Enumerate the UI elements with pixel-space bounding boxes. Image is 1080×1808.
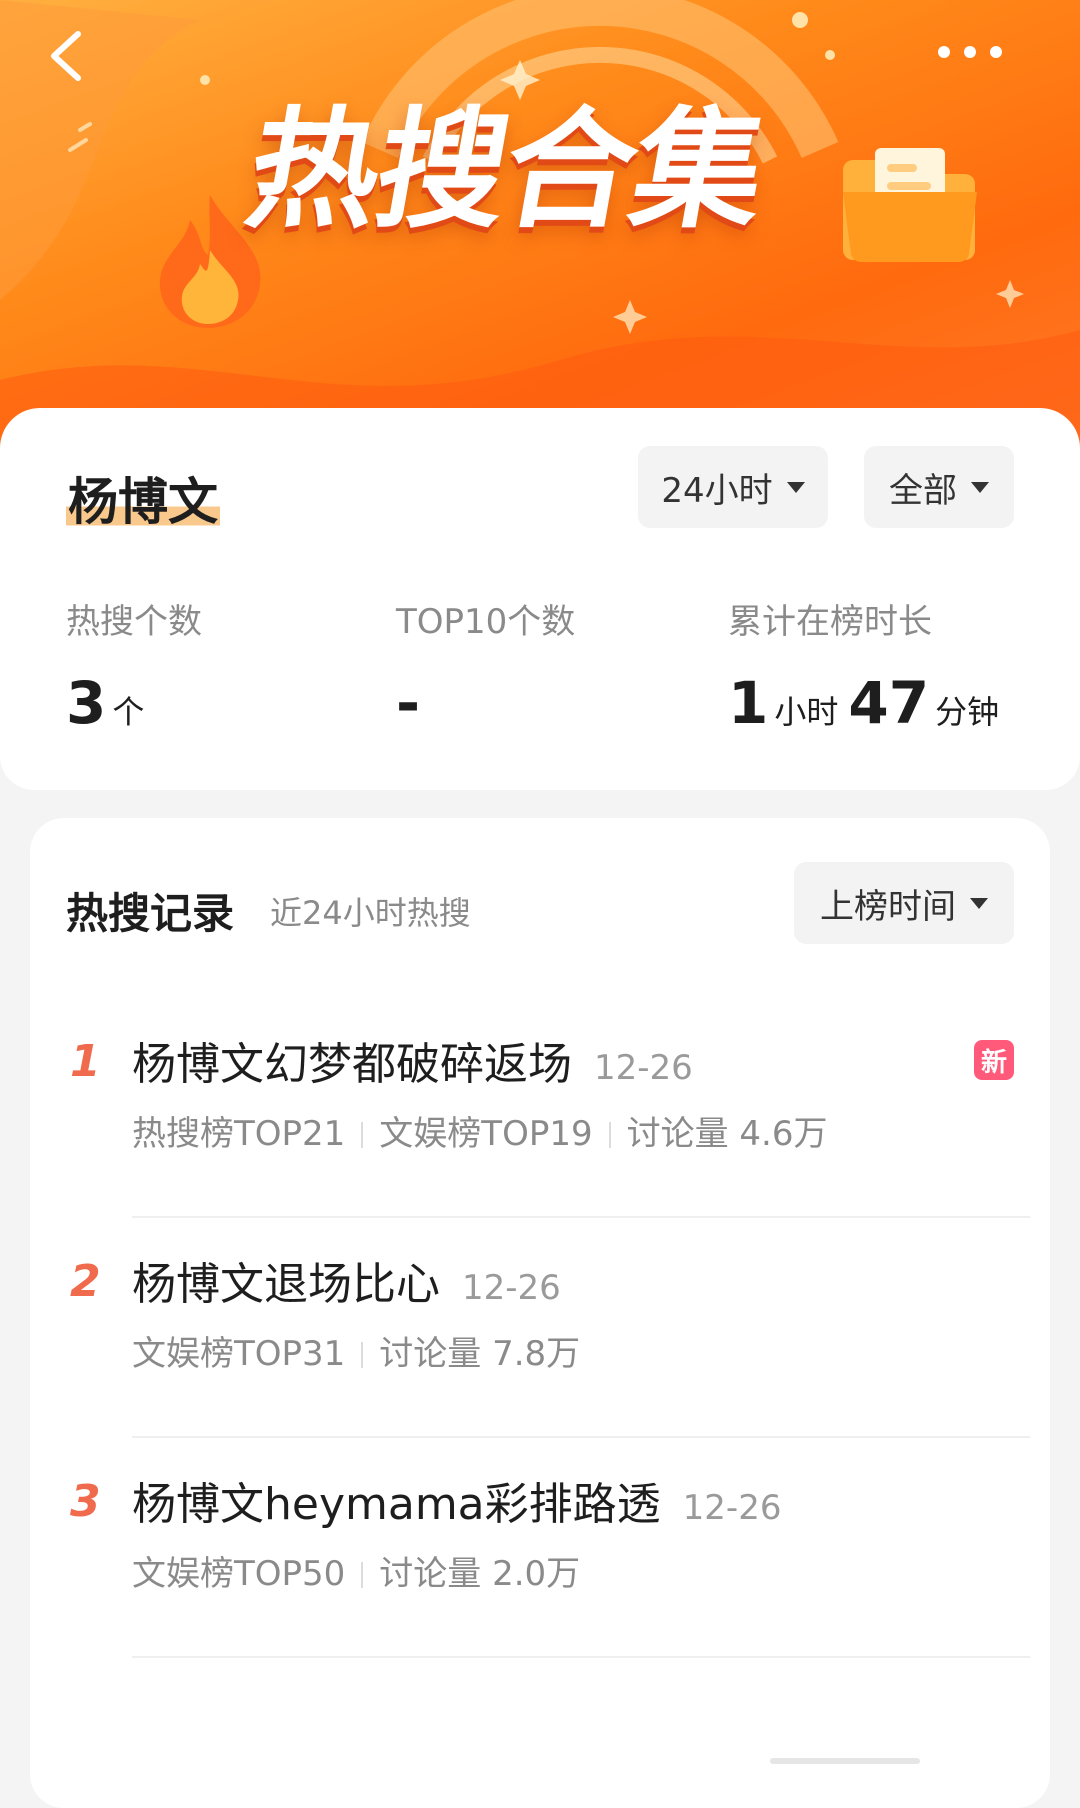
stat-minutes-unit: 分钟 xyxy=(935,693,1000,731)
meta-discussion: 讨论量 2.0万 xyxy=(379,1554,581,1594)
hero-banner: 热搜合集 xyxy=(0,0,1080,470)
divider xyxy=(608,1122,611,1148)
section-title: 热搜记录 xyxy=(66,889,235,938)
stat-value: 3 xyxy=(66,669,107,737)
sort-label: 上榜时间 xyxy=(820,886,956,927)
stat-hours-unit: 小时 xyxy=(774,693,839,731)
more-horizontal-icon xyxy=(938,46,1002,58)
item-meta: 文娱榜TOP31 讨论量 7.8万 xyxy=(132,1326,580,1375)
divider xyxy=(361,1342,364,1368)
row-divider xyxy=(132,1656,1030,1658)
new-badge: 新 xyxy=(974,1040,1014,1080)
person-name: 杨博文 xyxy=(66,462,220,534)
item-title: 杨博文幻梦都破碎返场 xyxy=(132,1039,572,1090)
caret-down-icon xyxy=(970,897,988,909)
meta-rank-ent: 文娱榜TOP31 xyxy=(132,1334,346,1374)
rank-number: 2 xyxy=(70,1256,101,1307)
stat-total-duration: 累计在榜时长 1 小时 47 分钟 xyxy=(728,594,1009,737)
caret-down-icon xyxy=(786,481,805,493)
meta-discussion: 讨论量 7.8万 xyxy=(379,1334,581,1374)
banner-title: 热搜合集 xyxy=(236,94,776,246)
stat-minutes: 47 xyxy=(848,669,930,737)
chevron-left-icon xyxy=(51,31,81,81)
sort-dropdown[interactable]: 上榜时间 xyxy=(794,862,1014,944)
scope-label: 全部 xyxy=(889,470,957,511)
stat-label: TOP10个数 xyxy=(396,602,576,642)
time-range-dropdown[interactable]: 24小时 xyxy=(638,446,828,528)
meta-rank-ent: 文娱榜TOP19 xyxy=(379,1114,593,1154)
stat-hours: 1 xyxy=(728,669,769,737)
meta-rank-ent: 文娱榜TOP50 xyxy=(132,1554,346,1594)
item-meta: 热搜榜TOP21 文娱榜TOP19 讨论量 4.6万 xyxy=(132,1106,827,1155)
caret-down-icon xyxy=(971,481,989,493)
stat-hot-count: 热搜个数 3个 xyxy=(66,594,202,737)
list-item[interactable]: 1 杨博文幻梦都破碎返场 12-26 新 热搜榜TOP21 文娱榜TOP19 讨论量 … xyxy=(30,998,1050,1218)
item-date: 12-26 xyxy=(462,1268,561,1308)
back-button[interactable] xyxy=(38,26,98,86)
time-range-label: 24小时 xyxy=(661,470,773,511)
item-date: 12-26 xyxy=(594,1048,693,1088)
meta-rank-hot: 热搜榜TOP21 xyxy=(132,1114,346,1154)
meta-discussion: 讨论量 4.6万 xyxy=(626,1114,828,1154)
section-subtitle: 近24小时热搜 xyxy=(270,894,471,932)
scroll-indicator xyxy=(770,1758,920,1764)
list-item[interactable]: 2 杨博文退场比心 12-26 文娱榜TOP31 讨论量 7.8万 xyxy=(30,1218,1050,1438)
stat-value: - xyxy=(396,669,421,737)
item-date: 12-26 xyxy=(682,1488,782,1528)
stat-label: 热搜个数 xyxy=(66,602,202,642)
more-button[interactable] xyxy=(930,30,1010,74)
rank-number: 3 xyxy=(70,1476,101,1527)
divider xyxy=(361,1562,364,1588)
rank-number: 1 xyxy=(70,1036,101,1087)
folder-icon xyxy=(843,148,977,263)
item-title: 杨博文heymama彩排路透 xyxy=(132,1479,661,1530)
stat-top10-count: TOP10个数 - xyxy=(396,594,575,737)
item-title: 杨博文退场比心 xyxy=(132,1259,440,1310)
scope-dropdown[interactable]: 全部 xyxy=(864,446,1014,528)
summary-card: 杨博文 24小时 全部 热搜个数 3个 TOP10个数 - 累计在榜时长 1 小时… xyxy=(0,408,1080,790)
stat-unit: 个 xyxy=(112,693,145,731)
records-card: 热搜记录 近24小时热搜 上榜时间 1 杨博文幻梦都破碎返场 12-26 新 热搜… xyxy=(30,818,1050,1808)
stat-label: 累计在榜时长 xyxy=(728,602,932,642)
divider xyxy=(361,1122,364,1148)
item-meta: 文娱榜TOP50 讨论量 2.0万 xyxy=(132,1546,580,1595)
list-item[interactable]: 3 杨博文heymama彩排路透 12-26 文娱榜TOP50 讨论量 2.0万 xyxy=(30,1438,1050,1658)
